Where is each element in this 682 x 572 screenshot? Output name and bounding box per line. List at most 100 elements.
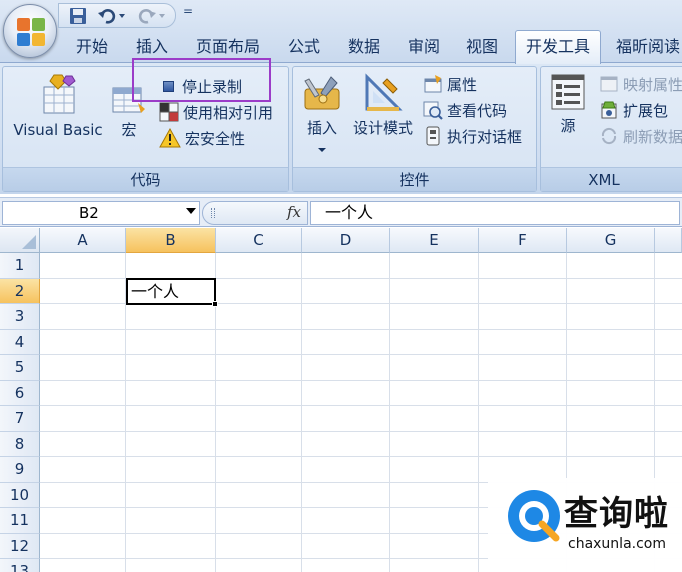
undo-icon — [98, 9, 125, 24]
redo-button[interactable] — [135, 6, 169, 26]
run-dialog-icon — [426, 126, 440, 146]
tab-formulas[interactable]: 公式 — [278, 32, 330, 62]
name-box-value: B2 — [79, 204, 99, 222]
relative-references-button[interactable]: 使用相对引用 — [159, 99, 273, 125]
properties-button[interactable]: 属性 — [423, 71, 477, 97]
tab-page-layout[interactable]: 页面布局 — [186, 32, 270, 62]
xml-source-label: 源 — [560, 117, 576, 135]
map-properties-label: 映射属性 — [623, 75, 682, 94]
office-logo-icon — [17, 18, 45, 46]
column-header-partial[interactable] — [655, 228, 682, 253]
customize-qat-button[interactable]: = — [183, 4, 197, 24]
refresh-icon — [601, 127, 617, 145]
active-cell-b2[interactable]: 一个人 — [126, 278, 218, 307]
select-all-button[interactable] — [0, 228, 40, 253]
gridline-vertical — [389, 253, 390, 572]
watermark-title: 查询啦 — [564, 494, 669, 534]
cell-b2-value: 一个人 — [131, 282, 180, 301]
row-header-10[interactable]: 10 — [0, 482, 40, 508]
tab-developer[interactable]: 开发工具 — [515, 30, 601, 64]
splitter-handle[interactable] — [211, 208, 215, 218]
quick-access-toolbar — [58, 3, 176, 28]
row-header-7[interactable]: 7 — [0, 406, 40, 432]
column-header-f[interactable]: F — [479, 228, 567, 253]
redo-icon — [138, 9, 165, 24]
row-header-3[interactable]: 3 — [0, 304, 40, 330]
row-header-2[interactable]: 2 — [0, 278, 40, 304]
group-code-label: 代码 — [3, 167, 288, 191]
column-header-g[interactable]: G — [567, 228, 655, 253]
search-logo-icon — [508, 490, 560, 542]
watermark-url: chaxunla.com — [568, 536, 666, 552]
group-code: Visual Basic 宏 停止录制 使用相对引用 宏安全性 代码 — [2, 66, 289, 192]
design-mode-label: 设计模式 — [352, 119, 413, 137]
visual-basic-label: Visual Basic — [13, 121, 103, 139]
refresh-data-label: 刷新数据 — [623, 127, 682, 146]
xml-source-button[interactable]: 源 — [545, 73, 591, 149]
map-properties-icon — [600, 76, 618, 92]
group-controls: 插入 设计模式 属性 查看代码 执行对话框 控件 — [292, 66, 537, 192]
visual-basic-button[interactable]: Visual Basic — [7, 71, 109, 145]
fill-handle[interactable] — [212, 301, 218, 307]
row-header-4[interactable]: 4 — [0, 329, 40, 355]
design-mode-icon — [365, 73, 403, 111]
expansion-packs-button[interactable]: 扩展包 — [599, 97, 668, 123]
view-code-button[interactable]: 查看代码 — [423, 97, 507, 123]
row-header-1[interactable]: 1 — [0, 253, 40, 279]
macros-button[interactable]: 宏 — [107, 85, 151, 145]
macro-security-button[interactable]: 宏安全性 — [159, 125, 245, 151]
name-box[interactable]: B2 — [2, 201, 200, 225]
stop-icon — [163, 80, 174, 92]
formula-input[interactable]: 一个人 — [310, 201, 680, 225]
expansion-packs-label: 扩展包 — [623, 101, 669, 120]
row-header-12[interactable]: 12 — [0, 533, 40, 559]
tab-insert[interactable]: 插入 — [124, 32, 180, 62]
gridline-horizontal — [40, 405, 682, 406]
column-header-d[interactable]: D — [302, 228, 390, 253]
row-header-13[interactable]: 13 — [0, 559, 40, 572]
office-button[interactable] — [3, 4, 57, 58]
row-header-8[interactable]: 8 — [0, 431, 40, 457]
row-header-6[interactable]: 6 — [0, 380, 40, 406]
gridline-horizontal — [40, 328, 682, 330]
formula-buttons: fx — [202, 201, 308, 225]
formula-bar: B2 fx 一个人 — [0, 197, 682, 227]
expansion-packs-icon — [601, 101, 617, 119]
tab-home[interactable]: 开始 — [64, 32, 120, 62]
gridline-horizontal — [40, 379, 682, 381]
tab-view[interactable]: 视图 — [456, 32, 508, 62]
gridline-vertical — [478, 253, 479, 572]
properties-icon — [424, 75, 442, 93]
column-header-c[interactable]: C — [216, 228, 302, 253]
macros-icon — [112, 87, 145, 113]
design-mode-button[interactable]: 设计模式 — [347, 73, 419, 149]
tab-review[interactable]: 审阅 — [398, 32, 450, 62]
refresh-data-button[interactable]: 刷新数据 — [599, 123, 682, 149]
gridline-horizontal — [40, 354, 682, 355]
run-dialog-button[interactable]: 执行对话框 — [425, 123, 522, 149]
tab-foxit-reader[interactable]: 福昕阅读 — [608, 32, 682, 62]
column-header-b[interactable]: B — [126, 228, 216, 253]
insert-function-icon[interactable]: fx — [287, 203, 301, 221]
title-bar: = 开始 插入 页面布局 公式 数据 审阅 视图 开发工具 福昕阅读 — [0, 0, 682, 64]
undo-button[interactable] — [95, 6, 129, 26]
save-button[interactable] — [67, 6, 89, 26]
column-header-a[interactable]: A — [40, 228, 126, 253]
column-header-e[interactable]: E — [390, 228, 479, 253]
chevron-down-icon[interactable] — [186, 208, 196, 214]
row-header-11[interactable]: 11 — [0, 508, 40, 534]
macros-label: 宏 — [121, 121, 137, 139]
visual-basic-icon — [43, 74, 76, 114]
row-header-5[interactable]: 5 — [0, 355, 40, 381]
relative-references-icon — [159, 102, 179, 122]
row-header-9[interactable]: 9 — [0, 457, 40, 483]
stop-recording-button[interactable]: 停止录制 — [163, 73, 242, 99]
tab-data[interactable]: 数据 — [336, 32, 392, 62]
view-code-icon — [423, 101, 443, 120]
insert-control-button[interactable]: 插入 — [297, 73, 347, 161]
group-xml: 源 映射属性 扩展包 刷新数据 XML — [540, 66, 682, 192]
warning-icon — [159, 128, 181, 148]
stop-recording-label: 停止录制 — [182, 77, 243, 96]
run-dialog-label: 执行对话框 — [447, 127, 523, 146]
map-properties-button[interactable]: 映射属性 — [599, 71, 682, 97]
